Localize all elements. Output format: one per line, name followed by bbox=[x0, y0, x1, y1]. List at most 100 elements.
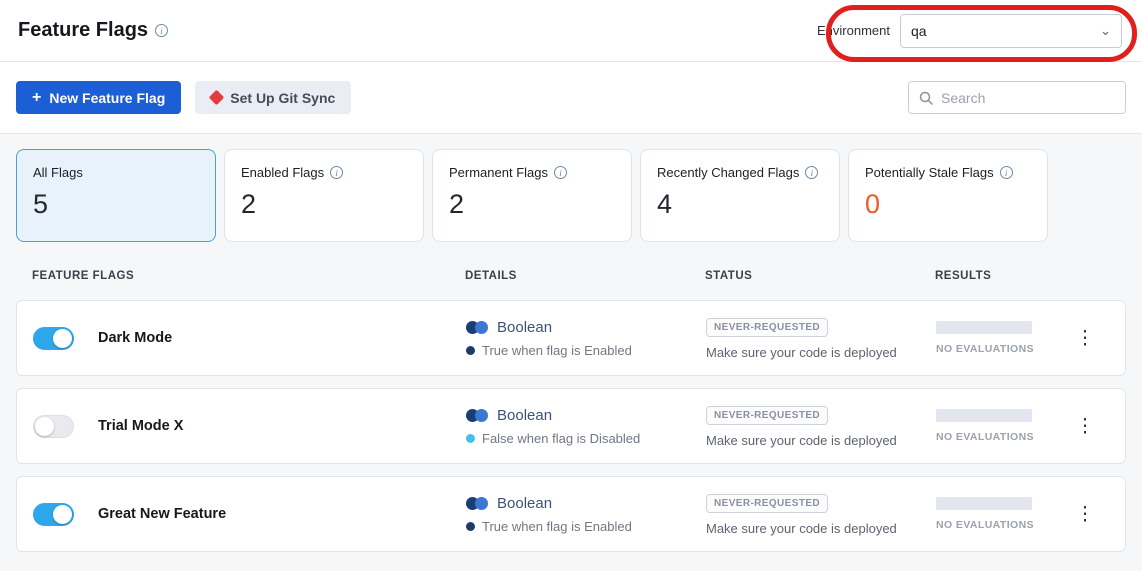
flag-type-label: Boolean bbox=[497, 495, 552, 512]
stat-card-value: 5 bbox=[33, 189, 199, 220]
content: All Flags 5 Enabled Flags i 2 Permanent … bbox=[0, 134, 1142, 552]
environment-dropdown[interactable]: qa ⌄ bbox=[900, 14, 1122, 48]
stat-card-recently-changed-flags[interactable]: Recently Changed Flags i 4 bbox=[640, 149, 840, 242]
table-row: Dark Mode Boolean True when flag is Enab… bbox=[16, 300, 1126, 376]
results-note: NO EVALUATIONS bbox=[936, 343, 1061, 355]
page-header: Feature Flags i Environment qa ⌄ bbox=[0, 0, 1142, 62]
stat-card-label-text: Permanent Flags bbox=[449, 165, 548, 180]
status-cell: NEVER-REQUESTED Make sure your code is d… bbox=[706, 493, 936, 536]
flag-type-label: Boolean bbox=[497, 407, 552, 424]
details-cell: Boolean True when flag is Enabled bbox=[466, 319, 706, 358]
results-cell: NO EVALUATIONS bbox=[936, 321, 1061, 355]
flag-type: Boolean bbox=[466, 407, 706, 424]
flag-rule-text: True when flag is Enabled bbox=[482, 343, 632, 358]
flag-name-cell: Trial Mode X bbox=[33, 415, 466, 438]
results-note: NO EVALUATIONS bbox=[936, 431, 1061, 443]
rule-dot-icon bbox=[466, 346, 475, 355]
info-icon[interactable]: i bbox=[554, 166, 567, 179]
stat-card-label: Enabled Flags i bbox=[241, 165, 407, 180]
git-icon bbox=[209, 90, 225, 106]
flag-type: Boolean bbox=[466, 319, 706, 336]
environment-value: qa bbox=[911, 23, 927, 39]
results-bar bbox=[936, 409, 1032, 422]
flag-rule: False when flag is Disabled bbox=[466, 431, 706, 446]
stat-card-label-text: Enabled Flags bbox=[241, 165, 324, 180]
title-wrap: Feature Flags i bbox=[18, 19, 168, 42]
environment-selector: Environment qa ⌄ bbox=[817, 14, 1122, 48]
flag-rule-text: True when flag is Enabled bbox=[482, 519, 632, 534]
new-feature-flag-label: New Feature Flag bbox=[49, 90, 165, 106]
stat-card-label: Recently Changed Flags i bbox=[657, 165, 823, 180]
flag-toggle[interactable] bbox=[33, 327, 74, 350]
row-menu-button[interactable]: ⋮ bbox=[1061, 503, 1109, 526]
git-sync-label: Set Up Git Sync bbox=[230, 90, 335, 106]
flag-rule: True when flag is Enabled bbox=[466, 519, 706, 534]
stat-card-label: Potentially Stale Flags i bbox=[865, 165, 1031, 180]
stat-card-enabled-flags[interactable]: Enabled Flags i 2 bbox=[224, 149, 424, 242]
results-bar bbox=[936, 321, 1032, 334]
boolean-icon bbox=[466, 409, 488, 422]
info-icon[interactable]: i bbox=[805, 166, 818, 179]
results-cell: NO EVALUATIONS bbox=[936, 497, 1061, 531]
flag-rule-text: False when flag is Disabled bbox=[482, 431, 640, 446]
details-cell: Boolean True when flag is Enabled bbox=[466, 495, 706, 534]
results-note: NO EVALUATIONS bbox=[936, 519, 1061, 531]
status-cell: NEVER-REQUESTED Make sure your code is d… bbox=[706, 317, 936, 360]
stat-card-potentially-stale-flags[interactable]: Potentially Stale Flags i 0 bbox=[848, 149, 1048, 242]
rule-dot-icon bbox=[466, 522, 475, 531]
flag-name-cell: Dark Mode bbox=[33, 327, 466, 350]
page-title: Feature Flags bbox=[18, 19, 148, 42]
environment-label: Environment bbox=[817, 23, 890, 38]
status-cell: NEVER-REQUESTED Make sure your code is d… bbox=[706, 405, 936, 448]
status-badge: NEVER-REQUESTED bbox=[706, 494, 828, 513]
search-box[interactable] bbox=[908, 81, 1126, 114]
details-cell: Boolean False when flag is Disabled bbox=[466, 407, 706, 446]
info-icon[interactable]: i bbox=[155, 24, 168, 37]
boolean-icon bbox=[466, 497, 488, 510]
flag-name-cell: Great New Feature bbox=[33, 503, 466, 526]
stat-card-permanent-flags[interactable]: Permanent Flags i 2 bbox=[432, 149, 632, 242]
status-note: Make sure your code is deployed bbox=[706, 345, 936, 360]
boolean-icon bbox=[466, 321, 488, 334]
flag-rule: True when flag is Enabled bbox=[466, 343, 706, 358]
stat-card-value: 2 bbox=[241, 189, 407, 220]
plus-icon: + bbox=[32, 90, 41, 106]
stat-card-value: 4 bbox=[657, 189, 823, 220]
flag-toggle[interactable] bbox=[33, 503, 74, 526]
status-badge: NEVER-REQUESTED bbox=[706, 406, 828, 425]
stat-card-value: 2 bbox=[449, 189, 615, 220]
flag-toggle[interactable] bbox=[33, 415, 74, 438]
results-bar bbox=[936, 497, 1032, 510]
row-menu-button[interactable]: ⋮ bbox=[1061, 327, 1109, 350]
flag-name[interactable]: Dark Mode bbox=[98, 330, 172, 346]
stat-card-label: All Flags bbox=[33, 165, 199, 180]
rule-dot-icon bbox=[466, 434, 475, 443]
stat-card-value: 0 bbox=[865, 189, 1031, 220]
status-badge: NEVER-REQUESTED bbox=[706, 318, 828, 337]
column-header-status: Status bbox=[705, 270, 935, 282]
stat-card-label: Permanent Flags i bbox=[449, 165, 615, 180]
stat-card-label-text: Recently Changed Flags bbox=[657, 165, 799, 180]
info-icon[interactable]: i bbox=[1000, 166, 1013, 179]
new-feature-flag-button[interactable]: + New Feature Flag bbox=[16, 81, 181, 114]
column-header-feature-flags: Feature Flags bbox=[32, 270, 465, 282]
stat-card-label-text: Potentially Stale Flags bbox=[865, 165, 994, 180]
chevron-down-icon: ⌄ bbox=[1100, 24, 1111, 37]
stat-card-label-text: All Flags bbox=[33, 165, 83, 180]
info-icon[interactable]: i bbox=[330, 166, 343, 179]
flag-name[interactable]: Great New Feature bbox=[98, 506, 226, 522]
table-row: Trial Mode X Boolean False when flag is … bbox=[16, 388, 1126, 464]
status-note: Make sure your code is deployed bbox=[706, 433, 936, 448]
table-header: Feature Flags Details Status Results bbox=[16, 270, 1126, 282]
stat-cards: All Flags 5 Enabled Flags i 2 Permanent … bbox=[16, 149, 1126, 242]
row-menu-button[interactable]: ⋮ bbox=[1061, 415, 1109, 438]
results-cell: NO EVALUATIONS bbox=[936, 409, 1061, 443]
git-sync-button[interactable]: Set Up Git Sync bbox=[195, 81, 351, 114]
flag-type-label: Boolean bbox=[497, 319, 552, 336]
flag-type: Boolean bbox=[466, 495, 706, 512]
table-row: Great New Feature Boolean True when flag… bbox=[16, 476, 1126, 552]
search-input[interactable] bbox=[941, 90, 1115, 106]
column-header-details: Details bbox=[465, 270, 705, 282]
flag-name[interactable]: Trial Mode X bbox=[98, 418, 183, 434]
stat-card-all-flags[interactable]: All Flags 5 bbox=[16, 149, 216, 242]
